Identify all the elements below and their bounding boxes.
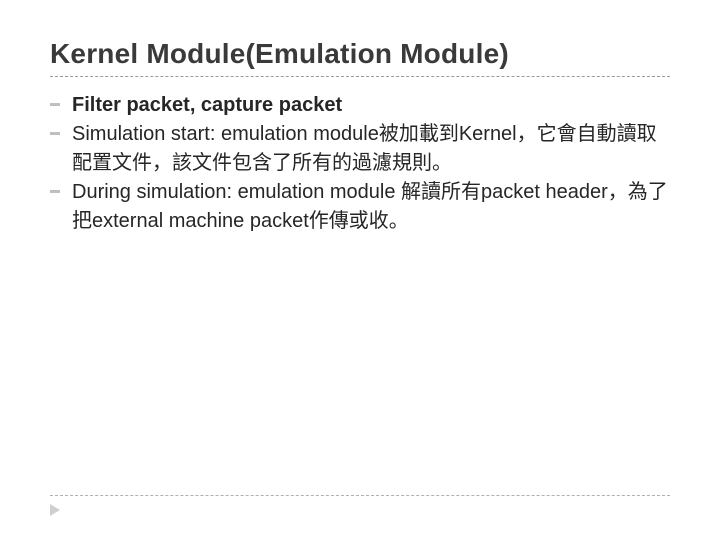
slide: Kernel Module(Emulation Module) Filter p… xyxy=(0,0,720,540)
bullet-text: During simulation: emulation module 解讀所有… xyxy=(72,181,668,232)
bullet-list: Filter packet, capture packet Simulation… xyxy=(50,91,670,236)
footer-divider xyxy=(50,495,670,496)
list-item: Filter packet, capture packet xyxy=(50,91,670,120)
play-icon xyxy=(50,504,60,516)
list-item: During simulation: emulation module 解讀所有… xyxy=(50,178,670,236)
list-item: Simulation start: emulation module被加載到Ke… xyxy=(50,120,670,178)
slide-title: Kernel Module(Emulation Module) xyxy=(50,38,670,70)
bullet-text: Simulation start: emulation module被加載到Ke… xyxy=(72,123,657,174)
bullet-text: Filter packet, capture packet xyxy=(72,94,342,116)
title-divider xyxy=(50,76,670,77)
